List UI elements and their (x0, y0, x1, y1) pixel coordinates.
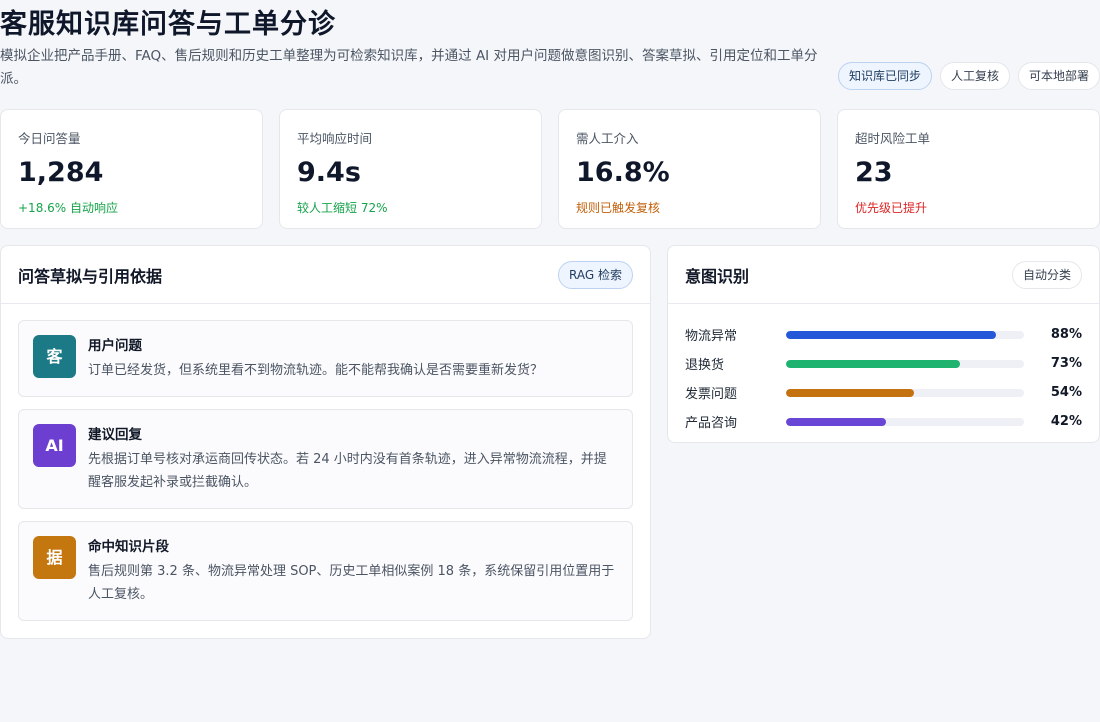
intent-row-logistics: 物流异常 88% (685, 320, 1082, 349)
qa-item-knowledge-hits: 据 命中知识片段 售后规则第 3.2 条、物流异常处理 SOP、历史工单相似案例… (18, 521, 633, 621)
intent-row-returns: 退换货 73% (685, 349, 1082, 378)
auto-classify-chip[interactable]: 自动分类 (1011, 260, 1082, 289)
intent-panel: 意图识别 自动分类 物流异常 88% 退换货 73% 发票问题 54% 产品咨询 (667, 245, 1100, 443)
qa-panel: 问答草拟与引用依据 RAG 检索 客 用户问题 订单已经发货，但系统里看不到物流… (0, 245, 651, 639)
intent-label: 退换货 (685, 358, 725, 373)
evidence-avatar-icon: 据 (33, 536, 76, 579)
intent-label: 发票问题 (685, 387, 738, 402)
badge-kb-synced[interactable]: 知识库已同步 (837, 62, 932, 90)
page-title: 客服知识库问答与工单分诊 (0, 9, 336, 40)
customer-avatar-icon: 客 (33, 335, 76, 378)
stat-card-manual-intervention: 需人工介入 16.8% 规则已触发复核 (558, 109, 821, 229)
intent-percent: 88% (1050, 327, 1083, 342)
stat-label: 平均响应时间 (297, 131, 373, 146)
stat-value: 16.8% (576, 157, 670, 188)
intent-progress-fill (785, 388, 915, 397)
intent-rows: 物流异常 88% 退换货 73% 发票问题 54% 产品咨询 42% (668, 304, 1099, 436)
qa-item-text: 售后规则第 3.2 条、物流异常处理 SOP、历史工单相似案例 18 条，系统保… (88, 564, 615, 602)
stat-note: 较人工缩短 72% (297, 201, 388, 215)
intent-progress-track (785, 359, 1025, 368)
qa-item-title: 命中知识片段 (88, 539, 169, 555)
stats-row: 今日问答量 1,284 +18.6% 自动响应 平均响应时间 9.4s 较人工缩… (0, 109, 1100, 229)
qa-item-text: 先根据订单号核对承运商回传状态。若 24 小时内没有首条轨迹，进入异常物流流程，… (88, 452, 607, 490)
qa-list: 客 用户问题 订单已经发货，但系统里看不到物流轨迹。能不能帮我确认是否需要重新发… (1, 304, 650, 621)
intent-progress-fill (785, 359, 960, 368)
stat-card-avg-response: 平均响应时间 9.4s 较人工缩短 72% (279, 109, 542, 229)
rag-search-chip[interactable]: RAG 检索 (558, 260, 633, 289)
qa-panel-header: 问答草拟与引用依据 RAG 检索 (1, 246, 650, 304)
stat-label: 超时风险工单 (855, 131, 931, 146)
stat-note: 优先级已提升 (855, 201, 928, 215)
stat-label: 需人工介入 (576, 131, 639, 146)
qa-panel-title: 问答草拟与引用依据 (18, 266, 163, 286)
qa-item-suggested-reply: AI 建议回复 先根据订单号核对承运商回传状态。若 24 小时内没有首条轨迹，进… (18, 409, 633, 509)
intent-progress-track (785, 388, 1025, 397)
intent-label: 物流异常 (685, 329, 738, 344)
intent-percent: 42% (1050, 414, 1083, 429)
intent-percent: 54% (1050, 385, 1083, 400)
qa-item-title: 用户问题 (88, 338, 142, 354)
intent-progress-track (785, 417, 1025, 426)
stat-label: 今日问答量 (18, 131, 81, 146)
qa-item-text: 订单已经发货，但系统里看不到物流轨迹。能不能帮我确认是否需要重新发货？ (88, 363, 544, 378)
intent-percent: 73% (1050, 356, 1083, 371)
intent-progress-fill (785, 330, 996, 339)
stat-card-daily-qa: 今日问答量 1,284 +18.6% 自动响应 (0, 109, 263, 229)
qa-item-user-question: 客 用户问题 订单已经发货，但系统里看不到物流轨迹。能不能帮我确认是否需要重新发… (18, 320, 633, 397)
page-description: 模拟企业把产品手册、FAQ、售后规则和历史工单整理为可检索知识库，并通过 AI … (0, 48, 818, 87)
intent-row-product: 产品咨询 42% (685, 407, 1082, 436)
stat-note: +18.6% 自动响应 (18, 201, 118, 215)
intent-label: 产品咨询 (685, 416, 738, 431)
badge-manual-review[interactable]: 人工复核 (939, 62, 1010, 90)
intent-panel-header: 意图识别 自动分类 (668, 246, 1099, 304)
header-badges: 知识库已同步 人工复核 可本地部署 (837, 62, 1100, 90)
intent-progress-fill (785, 417, 886, 426)
badge-local-deploy[interactable]: 可本地部署 (1017, 62, 1100, 90)
stat-card-timeout-risk: 超时风险工单 23 优先级已提升 (837, 109, 1100, 229)
ai-avatar-icon: AI (33, 424, 76, 467)
intent-row-invoice: 发票问题 54% (685, 378, 1082, 407)
intent-progress-track (785, 330, 1025, 339)
intent-panel-title: 意图识别 (685, 266, 750, 286)
stat-value: 9.4s (297, 157, 361, 188)
qa-item-title: 建议回复 (88, 427, 142, 443)
stat-value: 23 (855, 157, 893, 188)
stat-note: 规则已触发复核 (576, 201, 661, 215)
stat-value: 1,284 (18, 157, 104, 188)
